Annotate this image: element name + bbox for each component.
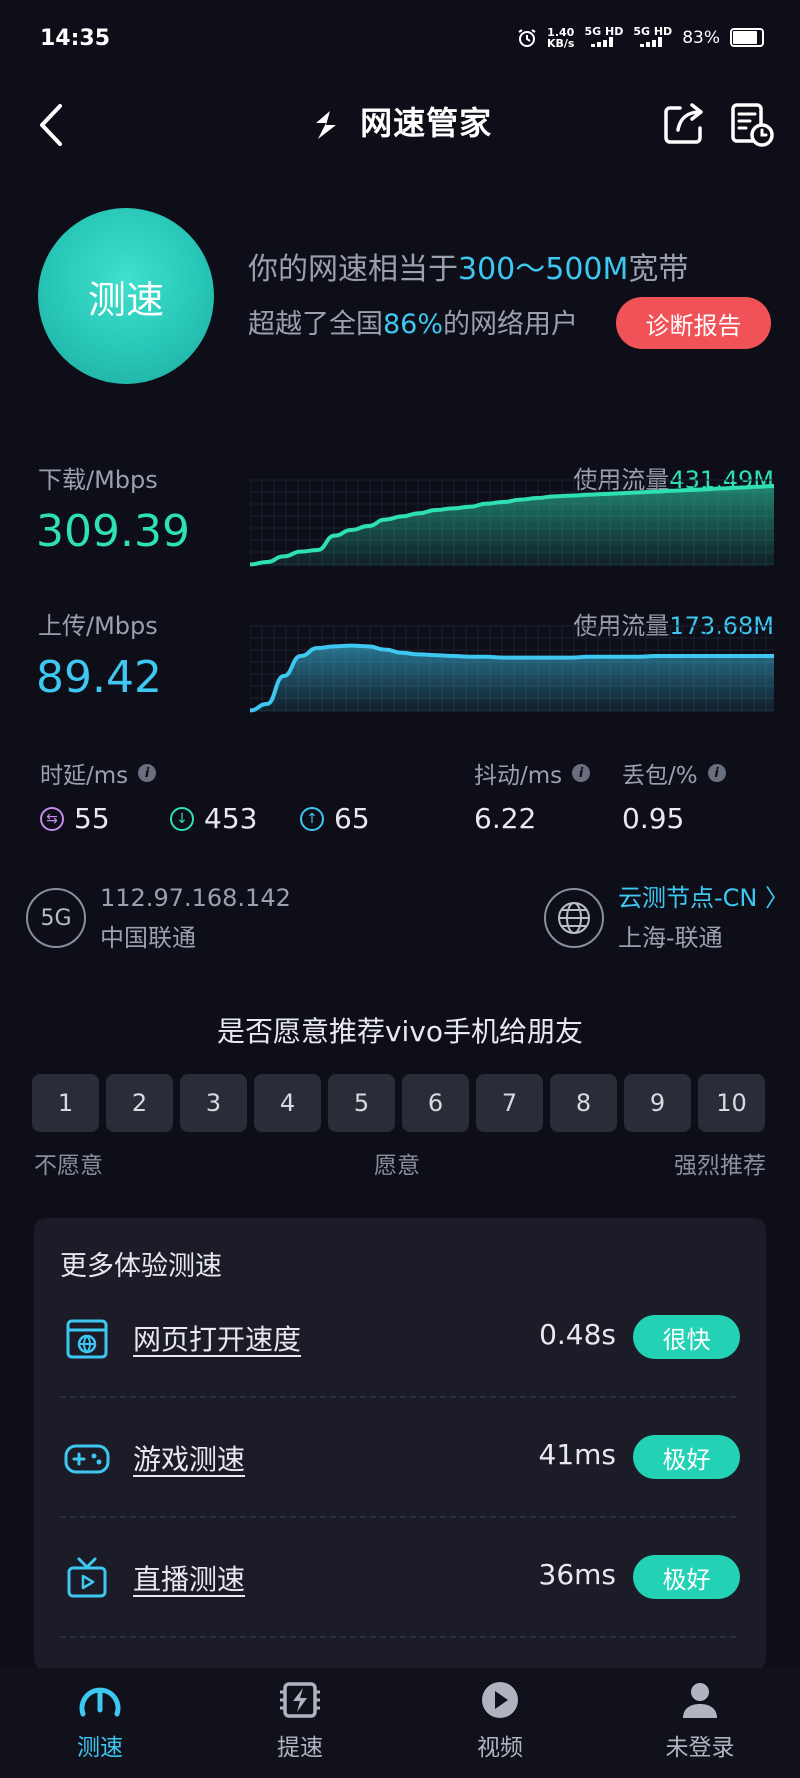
web-speed-value: 0.48s xyxy=(539,1318,616,1351)
rating-option-10[interactable]: 10 xyxy=(698,1074,765,1132)
info-icon[interactable]: i xyxy=(138,764,157,782)
more-tests-title: 更多体验测速 xyxy=(60,1251,222,1282)
swap-arrows-icon: ⇆ xyxy=(40,806,64,831)
globe-icon xyxy=(544,888,604,948)
bottom-navigation: 测速 提速 视频 未登录 xyxy=(0,1668,800,1778)
divider xyxy=(60,1516,736,1518)
battery-percent: 83% xyxy=(682,27,720,48)
nav-account[interactable]: 未登录 xyxy=(600,1668,800,1778)
divider xyxy=(60,1396,736,1398)
carrier-name: 中国联通 xyxy=(100,924,196,952)
rating-option-4[interactable]: 4 xyxy=(254,1074,321,1132)
packet-loss-label: 丢包/% i xyxy=(622,756,726,790)
history-record-icon[interactable] xyxy=(728,100,776,148)
rating-option-2[interactable]: 2 xyxy=(106,1074,173,1132)
rating-option-1[interactable]: 1 xyxy=(32,1074,99,1132)
divider xyxy=(60,1636,736,1638)
test-node-link[interactable]: 云测节点-CN 〉 xyxy=(618,878,789,918)
nav-speed-test[interactable]: 测速 xyxy=(0,1668,200,1778)
test-node-info[interactable]: 云测节点-CN 〉 上海-联通 xyxy=(618,878,789,958)
net-speed-indicator: 1.40 KB/s xyxy=(547,25,575,50)
diagnosis-report-button[interactable]: 诊断报告 xyxy=(616,297,771,349)
share-icon[interactable] xyxy=(660,100,708,148)
speedometer-icon xyxy=(79,1687,121,1717)
browser-globe-icon xyxy=(66,1319,108,1359)
speed-equivalent-text: 你的网速相当于300～500M宽带 xyxy=(248,252,689,287)
nav-boost[interactable]: 提速 xyxy=(200,1668,400,1778)
rating-option-7[interactable]: 7 xyxy=(476,1074,543,1132)
latency-label: 时延/ms i xyxy=(40,756,157,790)
rating-mid-label: 愿意 xyxy=(374,1153,420,1179)
download-speed-chart xyxy=(250,479,774,567)
web-speed-rating-badge: 很快 xyxy=(633,1315,740,1359)
battery-icon xyxy=(730,28,764,47)
packet-loss-value: 0.95 xyxy=(622,802,685,835)
network-type-badge: 5G xyxy=(26,888,86,948)
download-label: 下载/Mbps xyxy=(38,466,158,494)
alarm-icon xyxy=(518,28,536,47)
game-speed-rating-badge: 极好 xyxy=(633,1435,740,1479)
rating-low-label: 不愿意 xyxy=(34,1153,103,1179)
rating-option-3[interactable]: 3 xyxy=(180,1074,247,1132)
game-speed-item[interactable]: 游戏测速 xyxy=(133,1438,245,1478)
app-logo-icon xyxy=(315,111,336,139)
rating-scale: 1 2 3 4 5 6 7 8 9 10 xyxy=(32,1074,765,1132)
status-bar-icons: 1.40 KB/s 5G HD 5G HD 83% xyxy=(517,26,764,49)
jitter-value: 6.22 xyxy=(474,802,537,835)
upload-value: 89.42 xyxy=(36,652,162,703)
chevron-right-icon: 〉 xyxy=(765,884,790,912)
network-info: 112.97.168.142 中国联通 xyxy=(100,878,291,958)
latency-upload: ↑ 65 xyxy=(300,802,370,835)
download-value: 309.39 xyxy=(36,506,190,557)
nav-video[interactable]: 视频 xyxy=(400,1668,600,1778)
node-location: 上海-联通 xyxy=(618,924,723,952)
live-speed-value: 36ms xyxy=(538,1558,617,1591)
web-speed-item[interactable]: 网页打开速度 xyxy=(133,1318,301,1358)
rating-option-6[interactable]: 6 xyxy=(402,1074,469,1132)
info-icon[interactable]: i xyxy=(707,764,726,782)
rating-option-9[interactable]: 9 xyxy=(624,1074,691,1132)
game-speed-value: 41ms xyxy=(538,1438,617,1471)
signal-bars-icon xyxy=(639,37,662,47)
user-icon xyxy=(683,1683,717,1718)
download-speed-area xyxy=(250,486,774,566)
upload-arrow-icon: ↑ xyxy=(300,806,324,831)
national-rank-text: 超越了全国86%的网络用户 xyxy=(248,309,579,340)
status-time: 14:35 xyxy=(40,26,111,51)
live-speed-rating-badge: 极好 xyxy=(633,1555,740,1599)
gamepad-icon xyxy=(64,1444,110,1474)
rating-option-8[interactable]: 8 xyxy=(550,1074,617,1132)
latency-idle: ⇆ 55 xyxy=(40,802,110,835)
tv-icon xyxy=(67,1557,107,1598)
speed-test-button[interactable]: 测速 xyxy=(38,208,214,384)
rating-high-label: 强烈推荐 xyxy=(674,1153,766,1179)
play-icon xyxy=(482,1682,518,1718)
sim1-signal: 5G HD xyxy=(584,26,623,49)
sim2-signal: 5G HD xyxy=(633,26,672,49)
boost-chip-icon xyxy=(280,1682,320,1718)
ip-address: 112.97.168.142 xyxy=(100,884,291,912)
jitter-label: 抖动/ms i xyxy=(474,756,591,790)
latency-download: ↓ 453 xyxy=(170,802,257,835)
download-arrow-icon: ↓ xyxy=(170,806,194,831)
recommend-question: 是否愿意推荐vivo手机给朋友 xyxy=(216,1015,584,1048)
info-icon[interactable]: i xyxy=(572,764,591,782)
upload-label: 上传/Mbps xyxy=(38,612,158,640)
live-speed-item[interactable]: 直播测速 xyxy=(133,1558,245,1598)
rating-option-5[interactable]: 5 xyxy=(328,1074,395,1132)
signal-bars-icon xyxy=(590,37,613,47)
upload-speed-chart xyxy=(250,625,774,713)
